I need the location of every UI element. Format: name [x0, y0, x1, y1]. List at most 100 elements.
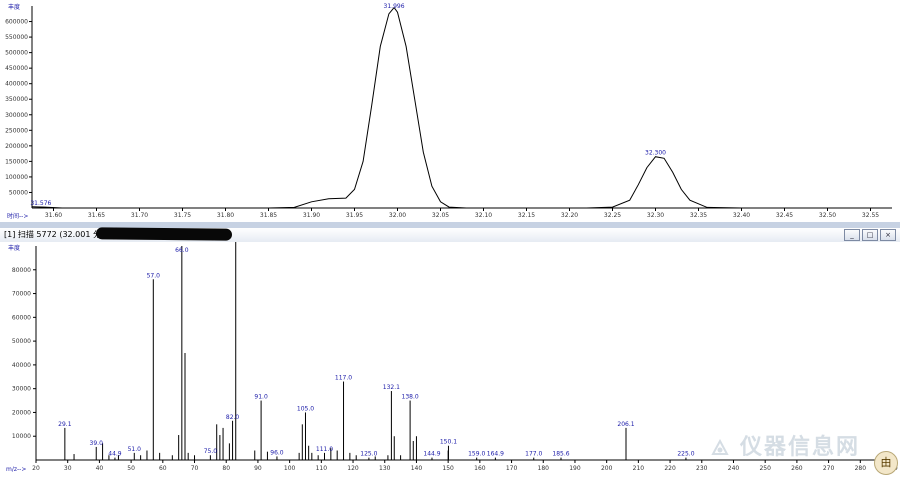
y-tick-label: 600000	[5, 19, 28, 26]
x-tick-label: 32.25	[604, 212, 621, 219]
x-tick-label: 150	[442, 465, 454, 472]
x-axis-label: 时间-->	[7, 212, 28, 220]
peak-label: 159.0	[468, 451, 485, 458]
x-tick-label: 60	[159, 465, 167, 472]
peak-label: 82.0	[226, 414, 240, 421]
x-tick-label: 70	[191, 465, 199, 472]
y-tick-label: 70000	[12, 291, 31, 298]
y-tick-label: 50000	[12, 338, 31, 345]
y-tick-label: 300000	[5, 112, 28, 119]
x-tick-label: 32.15	[518, 212, 535, 219]
restore-button[interactable]: □	[862, 229, 878, 241]
y-tick-label: 20000	[12, 409, 31, 416]
x-tick-label: 90	[254, 465, 262, 472]
peak-label: 66.0	[175, 247, 189, 254]
y-axis-label: 丰度	[8, 244, 20, 252]
x-tick-label: 80	[222, 465, 230, 472]
x-tick-label: 32.00	[389, 212, 406, 219]
x-tick-label: 240	[728, 465, 740, 472]
y-tick-label: 550000	[5, 34, 28, 41]
x-tick-label: 230	[696, 465, 708, 472]
peak-label: 177.0	[525, 451, 542, 458]
watermark-text: 仪器信息网	[739, 435, 860, 460]
redaction-mark	[95, 227, 233, 241]
peak-label: 164.9	[487, 451, 504, 458]
y-tick-label: 10000	[12, 433, 31, 440]
x-tick-label: 20	[32, 465, 40, 472]
peak-label: 91.0	[254, 394, 268, 401]
x-tick-label: 110	[316, 465, 328, 472]
peak-label: 44.9	[108, 451, 122, 458]
y-tick-label: 250000	[5, 127, 28, 134]
x-tick-label: 280	[855, 465, 867, 472]
x-tick-label: 120	[347, 465, 359, 472]
x-tick-label: 32.20	[561, 212, 578, 219]
x-tick-label: 140	[411, 465, 423, 472]
x-tick-label: 32.05	[432, 212, 449, 219]
x-tick-label: 270	[823, 465, 835, 472]
peak-label: 75.0	[204, 448, 218, 455]
peak-label: 132.1	[383, 384, 400, 391]
spectrum-title: [1] 扫描 5772 (32.001 分):	[4, 230, 107, 239]
y-axis-label: 丰度	[8, 3, 20, 11]
peak-label: 96.0	[270, 449, 284, 456]
peak-label: 111.0	[316, 446, 333, 453]
peak-label: 31.996	[384, 3, 405, 10]
x-tick-label: 160	[474, 465, 486, 472]
peak-label: 57.0	[147, 272, 161, 279]
x-tick-label: 31.80	[217, 212, 234, 219]
y-tick-label: 150000	[5, 158, 28, 165]
tic-trace	[31, 6, 892, 209]
x-tick-label: 32.55	[862, 212, 879, 219]
peak-label: 225.0	[677, 451, 694, 458]
peak-label: 29.1	[58, 421, 72, 428]
x-tick-label: 31.90	[303, 212, 320, 219]
x-tick-label: 170	[506, 465, 518, 472]
x-tick-label: 32.45	[776, 212, 793, 219]
x-tick-label: 32.10	[475, 212, 492, 219]
x-tick-label: 260	[791, 465, 803, 472]
close-button[interactable]: ×	[880, 229, 896, 241]
peak-label: 144.9	[423, 451, 440, 458]
peak-label: 125.0	[360, 451, 377, 458]
y-tick-label: 450000	[5, 65, 28, 72]
x-tick-label: 31.60	[45, 212, 62, 219]
y-tick-label: 60000	[12, 314, 31, 321]
peak-label: 206.1	[617, 421, 634, 428]
x-tick-label: 31.70	[131, 212, 148, 219]
x-tick-label: 31.85	[260, 212, 277, 219]
minimize-button[interactable]: _	[844, 229, 860, 241]
x-tick-label: 31.75	[174, 212, 191, 219]
peak-label: 31.576	[30, 200, 51, 207]
watermark-logo-icon	[711, 438, 729, 455]
peak-label: 117.0	[335, 375, 352, 382]
x-tick-label: 40	[96, 465, 104, 472]
peak-label: 105.0	[297, 405, 314, 412]
peak-label: 39.0	[90, 440, 104, 447]
tic-chromatogram-pane[interactable]: 丰度时间--> 50000 100000 150000 200000 250000 3000…	[0, 0, 900, 223]
x-tick-label: 250	[759, 465, 771, 472]
x-tick-label: 31.95	[346, 212, 363, 219]
y-tick-label: 100000	[5, 174, 28, 181]
x-tick-label: 210	[633, 465, 645, 472]
peak-label: 185.6	[552, 451, 569, 458]
y-tick-label: 200000	[5, 143, 28, 150]
x-tick-label: 31.65	[88, 212, 105, 219]
peak-label: 150.1	[440, 439, 457, 446]
peak-label: 32.300	[645, 150, 666, 157]
mass-spectrum-header: [1] 扫描 5772 (32.001 分): _ □ ×	[0, 227, 900, 243]
x-axis-label: m/z-->	[6, 466, 26, 473]
y-tick-label: 350000	[5, 96, 28, 103]
peak-label: 51.0	[128, 446, 142, 453]
tic-chart[interactable]: 丰度时间--> 50000 100000 150000 200000 250000 3000…	[0, 0, 900, 222]
x-tick-label: 180	[538, 465, 550, 472]
y-tick-label: 400000	[5, 81, 28, 88]
x-tick-label: 200	[601, 465, 613, 472]
x-tick-label: 220	[664, 465, 676, 472]
mascot-icon: 由	[874, 451, 898, 475]
x-tick-label: 32.50	[819, 212, 836, 219]
y-tick-label: 30000	[12, 386, 31, 393]
y-tick-label: 50000	[9, 189, 28, 196]
x-tick-label: 32.35	[690, 212, 707, 219]
y-tick-label: 80000	[12, 267, 31, 274]
